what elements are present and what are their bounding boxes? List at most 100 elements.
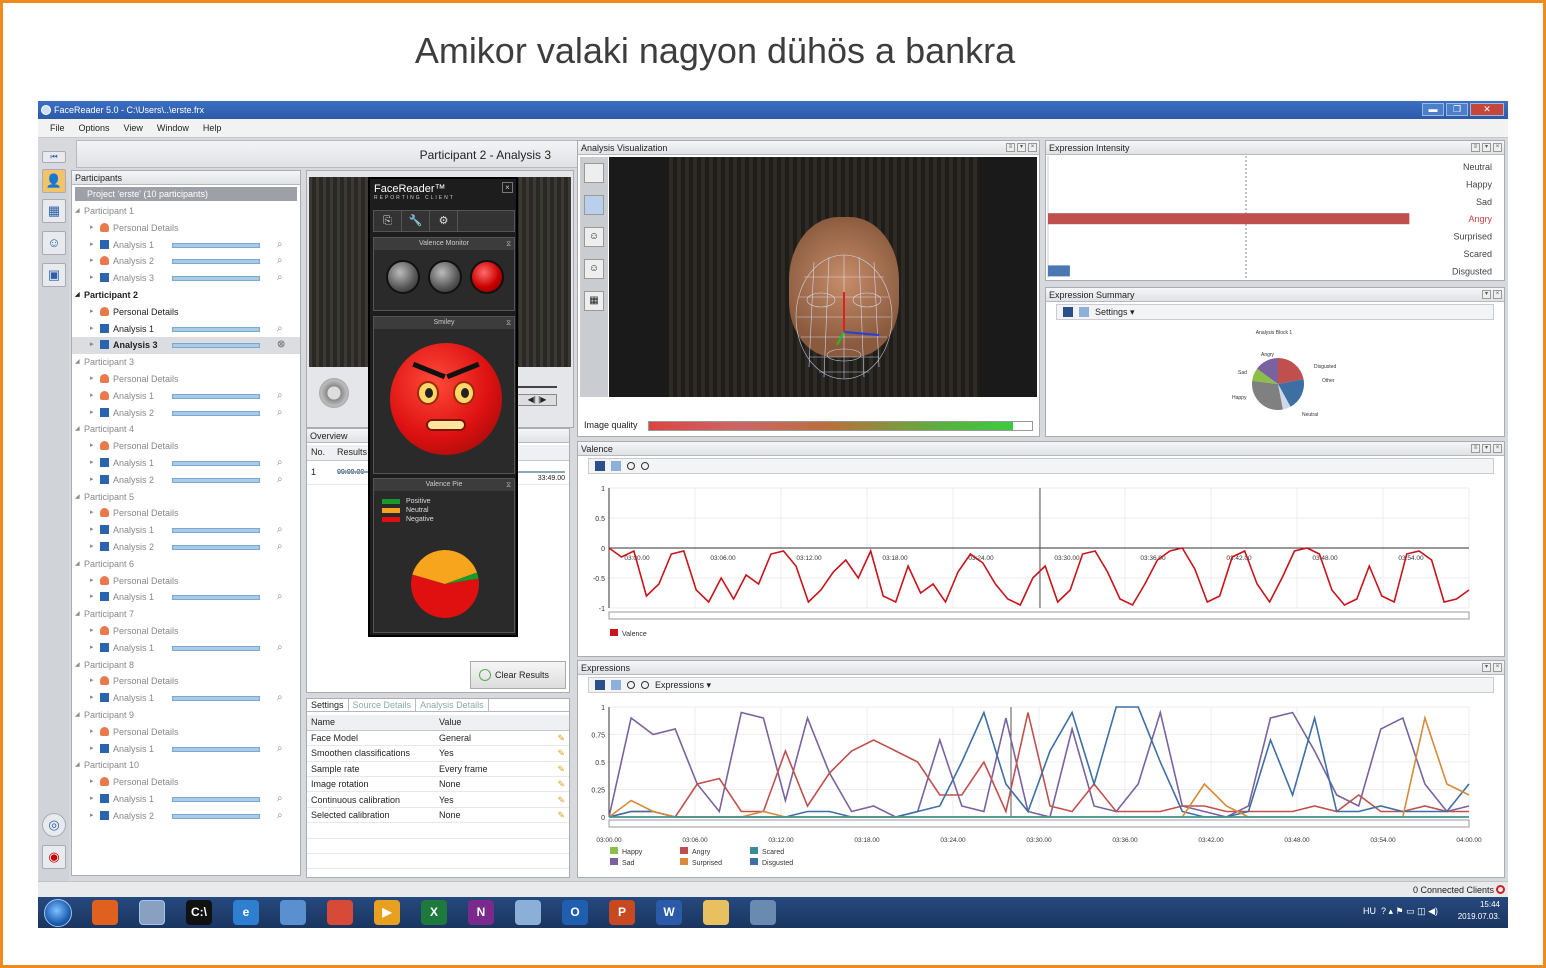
edit-icon[interactable]: ✎ [557, 810, 565, 821]
expand-icon[interactable]: ◢ [75, 489, 80, 506]
settings-row[interactable]: Selected calibration None ✎ [307, 807, 569, 824]
panel-close-icon[interactable]: × [1028, 143, 1037, 152]
powerpoint-icon[interactable]: P [609, 900, 635, 925]
panel-pin-icon[interactable]: ▾ [1017, 143, 1026, 152]
expand-arrow-icon[interactable]: ▸ [90, 724, 94, 741]
participant-item[interactable]: ◢ Participant 2 [72, 287, 300, 304]
tree-item[interactable]: ▸ Personal Details [72, 774, 300, 791]
expand-arrow-icon[interactable]: ▸ [90, 321, 94, 338]
zoom-in-icon[interactable] [627, 462, 635, 470]
tree-item[interactable]: ▸ Analysis 2 ⌕ [72, 253, 300, 270]
tree-item[interactable]: ▸ Analysis 2 ⌕ [72, 808, 300, 825]
tree-item[interactable]: ▸ Analysis 1 ⌕ [72, 237, 300, 254]
smiley-view-icon[interactable]: ☺ [584, 259, 604, 279]
tree-item[interactable]: ▸ Personal Details [72, 505, 300, 522]
zoom-out-icon[interactable] [641, 681, 649, 689]
participant-item[interactable]: ◢ Participant 1 [72, 203, 300, 220]
expand-arrow-icon[interactable]: ▸ [90, 673, 94, 690]
expand-arrow-icon[interactable]: ▸ [90, 455, 94, 472]
maximize-button[interactable]: ❐ [1446, 103, 1468, 116]
clock[interactable]: 15:44 2019.07.03. [1458, 899, 1500, 923]
edit-icon[interactable]: ✎ [557, 733, 565, 744]
search-icon[interactable]: ⌕ [277, 640, 283, 657]
tree-item[interactable]: ▸ Analysis 1 ⌕ [72, 522, 300, 539]
tree-item[interactable]: ▸ Analysis 1 ⌕ [72, 388, 300, 405]
expand-icon[interactable]: ◢ [75, 657, 80, 674]
expand-icon[interactable]: ◢ [75, 707, 80, 724]
expand-arrow-icon[interactable]: ▸ [90, 472, 94, 489]
panel-menu-icon[interactable]: ≡ [1006, 143, 1015, 152]
participant-item[interactable]: ◢ Participant 7 [72, 606, 300, 623]
expand-icon[interactable]: ◢ [75, 203, 80, 220]
copy-icon[interactable] [1079, 307, 1089, 317]
participant-item[interactable]: ◢ Participant 6 [72, 556, 300, 573]
tree-item[interactable]: ▸ Analysis 1 ⌕ [72, 589, 300, 606]
summary-close-icon[interactable]: × [1493, 290, 1502, 299]
search-icon[interactable]: ⌕ [277, 237, 283, 254]
participant-item[interactable]: ◢ Participant 4 [72, 421, 300, 438]
expand-icon[interactable]: ◢ [75, 556, 80, 573]
expand-arrow-icon[interactable]: ▸ [90, 589, 94, 606]
tree-item[interactable]: ▸ Personal Details [72, 673, 300, 690]
gear-icon[interactable]: ⚙ [430, 211, 458, 231]
search-icon[interactable]: ⌕ [277, 791, 283, 808]
analysis-tool-icon[interactable]: ▦ [42, 199, 66, 223]
save-icon[interactable] [595, 461, 605, 471]
tree-item[interactable]: ▸ Personal Details [72, 724, 300, 741]
folder-icon[interactable] [703, 900, 729, 925]
tree-item[interactable]: ▸ Analysis 1 ⌕ [72, 455, 300, 472]
clear-results-button[interactable]: Clear Results [470, 661, 566, 689]
excel-icon[interactable]: X [421, 900, 447, 925]
expand-arrow-icon[interactable]: ▸ [90, 539, 94, 556]
tree-item[interactable]: ▸ Analysis 1 ⌕ [72, 690, 300, 707]
start-button[interactable] [44, 899, 72, 927]
expand-arrow-icon[interactable]: ▸ [90, 371, 94, 388]
tree-item[interactable]: ▸ Analysis 2 ⌕ [72, 405, 300, 422]
expand-icon[interactable]: ◢ [75, 757, 80, 774]
record-tool-icon[interactable]: ◉ [42, 845, 66, 869]
close-button[interactable]: ✕ [1470, 103, 1504, 116]
tree-item[interactable]: ▸ Analysis 1 ⌕ [72, 640, 300, 657]
expand-arrow-icon[interactable]: ▸ [90, 640, 94, 657]
connect-icon[interactable]: ⎘ [374, 211, 402, 231]
firefox-icon[interactable] [92, 900, 118, 925]
participant-item[interactable]: ◢ Participant 5 [72, 489, 300, 506]
expand-arrow-icon[interactable]: ▸ [90, 304, 94, 321]
tab-analysis-details[interactable]: Analysis Details [416, 699, 489, 711]
expand-arrow-icon[interactable]: ▸ [90, 337, 94, 354]
expand-icon[interactable]: ◢ [75, 287, 80, 304]
facereader-icon[interactable] [139, 900, 165, 925]
tab-settings[interactable]: Settings [307, 699, 349, 711]
expand-arrow-icon[interactable]: ▸ [90, 522, 94, 539]
expand-arrow-icon[interactable]: ▸ [90, 690, 94, 707]
reporting-close-icon[interactable]: × [502, 182, 513, 193]
expand-arrow-icon[interactable]: ▸ [90, 253, 94, 270]
expand-arrow-icon[interactable]: ▸ [90, 388, 94, 405]
tree-item[interactable]: ▸ Personal Details [72, 573, 300, 590]
expand-arrow-icon[interactable]: ▸ [90, 623, 94, 640]
tree-item[interactable]: ▸ Personal Details [72, 623, 300, 640]
frame-view-icon[interactable] [584, 163, 604, 183]
tree-item[interactable]: ▸ Personal Details [72, 304, 300, 321]
tree-item[interactable]: ▸ Personal Details [72, 220, 300, 237]
settings-row[interactable]: Sample rate Every frame ✎ [307, 761, 569, 778]
tree-item[interactable]: ▸ Analysis 1 ⌕ [72, 741, 300, 758]
tree-item[interactable]: ▸ Analysis 3 ⌕ [72, 270, 300, 287]
edit-icon[interactable]: ✎ [557, 779, 565, 790]
media-icon[interactable]: ▶ [374, 900, 400, 925]
expand-arrow-icon[interactable]: ▸ [90, 220, 94, 237]
expressions-close-icon[interactable]: × [1493, 663, 1502, 672]
tree-item[interactable]: ▸ Analysis 1 ⌕ [72, 321, 300, 338]
expand-arrow-icon[interactable]: ▸ [90, 573, 94, 590]
expand-arrow-icon[interactable]: ▸ [90, 808, 94, 825]
save-icon[interactable] [1063, 307, 1073, 317]
menu-help[interactable]: Help [203, 119, 222, 137]
save-icon[interactable] [595, 680, 605, 690]
tree-item[interactable]: ▸ Personal Details [72, 438, 300, 455]
expand-arrow-icon[interactable]: ▸ [90, 237, 94, 254]
menu-options[interactable]: Options [79, 119, 110, 137]
edit-icon[interactable]: ✎ [557, 764, 565, 775]
network-app-icon[interactable] [750, 900, 776, 925]
expand-icon[interactable]: ◢ [75, 606, 80, 623]
search-icon[interactable]: ⌕ [277, 253, 283, 270]
